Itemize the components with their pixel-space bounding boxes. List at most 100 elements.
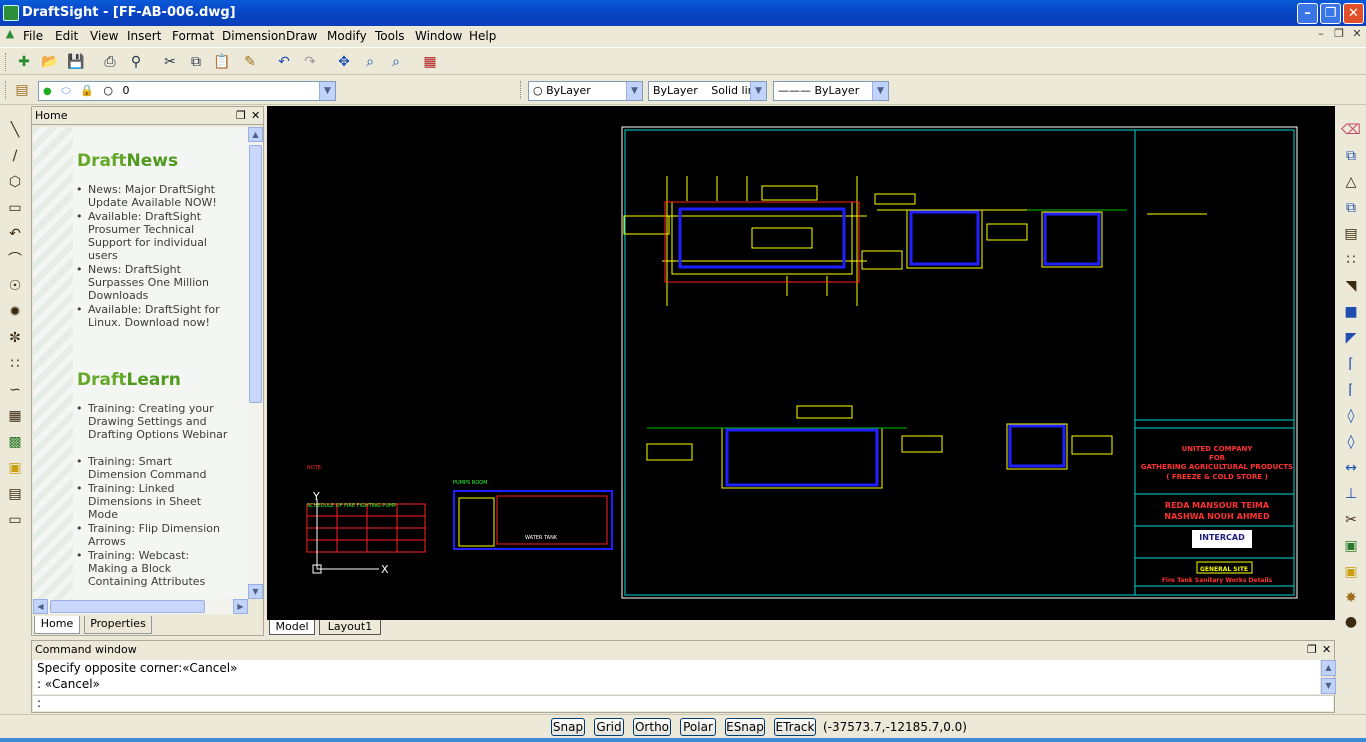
polygon-icon[interactable]: ⬡	[5, 172, 25, 192]
ellipse-icon[interactable]: ✼	[5, 328, 25, 348]
doc-close-icon[interactable]: ✕	[1349, 27, 1365, 43]
pattern-icon[interactable]: ▤	[1341, 224, 1361, 244]
toolbar-grip[interactable]	[5, 81, 8, 99]
horizontal-scrollbar[interactable]: ◀ ▶	[33, 599, 248, 614]
redo-icon[interactable]: ↷	[300, 52, 320, 72]
menu-window[interactable]: Window	[415, 29, 462, 43]
menu-view[interactable]: View	[90, 29, 118, 43]
menu-dimension[interactable]: Dimension	[222, 29, 286, 43]
document-icon[interactable]: ▲	[2, 27, 18, 43]
news-link[interactable]: • Available: DraftSight Prosumer Technica…	[76, 210, 228, 262]
menu-format[interactable]: Format	[172, 29, 214, 43]
draftsight-app-icon[interactable]	[3, 5, 19, 21]
move-icon[interactable]: ∷	[1341, 250, 1361, 270]
lineweight-dropdown[interactable]: ——— ByLayer ▼	[773, 81, 889, 101]
layers-icon[interactable]: ▤	[12, 80, 32, 100]
minimize-button[interactable]: –	[1297, 3, 1318, 24]
menu-draw[interactable]: Draw	[286, 29, 317, 43]
toolbar-grip[interactable]	[520, 81, 523, 99]
close-icon[interactable]: ✕	[251, 109, 260, 122]
menu-tools[interactable]: Tools	[375, 29, 405, 43]
training-link[interactable]: • Training: Smart Dimension Command	[76, 455, 228, 481]
arc-icon[interactable]: ↶	[5, 224, 25, 244]
spline-arc-icon[interactable]: ⌒	[5, 250, 25, 270]
news-link[interactable]: • News: Major DraftSight Update Available…	[76, 183, 228, 209]
scroll-thumb[interactable]	[50, 600, 205, 613]
chamfer-icon[interactable]: ⊥	[1341, 484, 1361, 504]
trim-icon[interactable]: ⌈	[1341, 380, 1361, 400]
menu-file[interactable]: File	[23, 29, 43, 43]
explode-icon[interactable]: ✸	[1341, 588, 1361, 608]
block-icon[interactable]: ▩	[5, 432, 25, 452]
news-link[interactable]: • Available: DraftSight for Linux. Downlo…	[76, 303, 228, 329]
new-icon[interactable]: ✚	[14, 52, 34, 72]
etrack-toggle[interactable]: ETrack	[774, 718, 816, 736]
undo-icon[interactable]: ↶	[274, 52, 294, 72]
scroll-up-icon[interactable]: ▲	[248, 127, 263, 142]
menu-insert[interactable]: Insert	[127, 29, 161, 43]
open-icon[interactable]: 📂	[40, 52, 60, 72]
ortho-toggle[interactable]: Ortho	[633, 718, 671, 736]
grid-toggle[interactable]: Grid	[594, 718, 624, 736]
menu-edit[interactable]: Edit	[55, 29, 78, 43]
polar-toggle[interactable]: Polar	[680, 718, 716, 736]
copy-icon[interactable]: ⧉	[186, 52, 206, 72]
drawing-canvas[interactable]: UNITED COMPANY FOR GATHERING AGRICULTURA…	[267, 106, 1335, 620]
spline-icon[interactable]: ∽	[5, 380, 25, 400]
scroll-down-icon[interactable]: ▼	[1321, 678, 1336, 694]
note-icon[interactable]: ▤	[5, 484, 25, 504]
news-link[interactable]: • News: DraftSight Surpasses One Million …	[76, 263, 228, 302]
power-trim-icon[interactable]: ▣	[1341, 562, 1361, 582]
scale-icon[interactable]: ■	[1341, 302, 1361, 322]
fillet-icon[interactable]: ✂	[1341, 510, 1361, 530]
toolbar-grip[interactable]	[5, 53, 8, 71]
circle-icon[interactable]: ☉	[5, 276, 25, 296]
training-link[interactable]: • Training: Flip Dimension Arrows	[76, 522, 228, 548]
line-icon[interactable]: ╲	[5, 120, 25, 140]
snap-toggle[interactable]: Snap	[551, 718, 585, 736]
tab-properties[interactable]: Properties	[84, 616, 152, 634]
vertical-scrollbar[interactable]: ▲ ▼	[248, 127, 263, 599]
zoom-window-icon[interactable]: ⌕	[360, 52, 380, 72]
edit-icon[interactable]: ▣	[1341, 536, 1361, 556]
tab-home[interactable]: Home	[34, 616, 80, 634]
scroll-right-icon[interactable]: ▶	[233, 599, 248, 614]
hatch-icon[interactable]: ▦	[5, 406, 25, 426]
paste-icon[interactable]: 📋	[212, 52, 232, 72]
scroll-up-icon[interactable]: ▲	[1321, 660, 1336, 676]
cut-icon[interactable]: ✂	[160, 52, 180, 72]
cloud-icon[interactable]: ✹	[5, 302, 25, 322]
menu-help[interactable]: Help	[469, 29, 496, 43]
bomb-icon[interactable]: ●	[1341, 612, 1361, 632]
mirror-icon[interactable]: △	[1341, 172, 1361, 192]
print-preview-icon[interactable]: ⚲	[126, 52, 146, 72]
linetype-dropdown[interactable]: ByLayer Solid line ▼	[648, 81, 767, 101]
tab-layout1[interactable]: Layout1	[319, 620, 381, 635]
training-link[interactable]: • Training: Creating your Drawing Setting…	[76, 402, 228, 441]
layer-manager-icon[interactable]: ▦	[420, 52, 440, 72]
pan-icon[interactable]: ✥	[334, 52, 354, 72]
close-button[interactable]: ✕	[1343, 3, 1364, 24]
scroll-left-icon[interactable]: ◀	[33, 599, 48, 614]
point-icon[interactable]: ∷	[5, 354, 25, 374]
color-dropdown[interactable]: ○ ByLayer ▼	[528, 81, 643, 101]
scroll-down-icon[interactable]: ▼	[248, 584, 263, 599]
print-icon[interactable]: ⎙	[100, 52, 120, 72]
lengthen-icon[interactable]: ⌈	[1341, 354, 1361, 374]
maximize-button[interactable]: ❐	[1320, 3, 1341, 24]
training-link[interactable]: • Training: Webcast: Making a Block Conta…	[76, 549, 228, 588]
tab-model[interactable]: Model	[269, 620, 315, 635]
save-icon[interactable]: 💾	[66, 52, 86, 72]
extend-icon[interactable]: ◊	[1341, 406, 1361, 426]
zoom-previous-icon[interactable]: ⌕	[386, 52, 406, 72]
doc-restore-icon[interactable]: ❐	[1331, 27, 1347, 43]
scroll-thumb[interactable]	[249, 145, 262, 403]
training-link[interactable]: • Training: Linked Dimensions in Sheet Mo…	[76, 482, 228, 521]
layer-dropdown[interactable]: ● ⬭ 🔒 ○ 0 ▼	[38, 81, 336, 101]
rotate-icon[interactable]: ◥	[1341, 276, 1361, 296]
join-icon[interactable]: ↔	[1341, 458, 1361, 478]
doc-minimize-icon[interactable]: –	[1313, 27, 1329, 43]
stretch-icon[interactable]: ◤	[1341, 328, 1361, 348]
break-icon[interactable]: ◊	[1341, 432, 1361, 452]
match-properties-icon[interactable]: ✎	[240, 52, 260, 72]
